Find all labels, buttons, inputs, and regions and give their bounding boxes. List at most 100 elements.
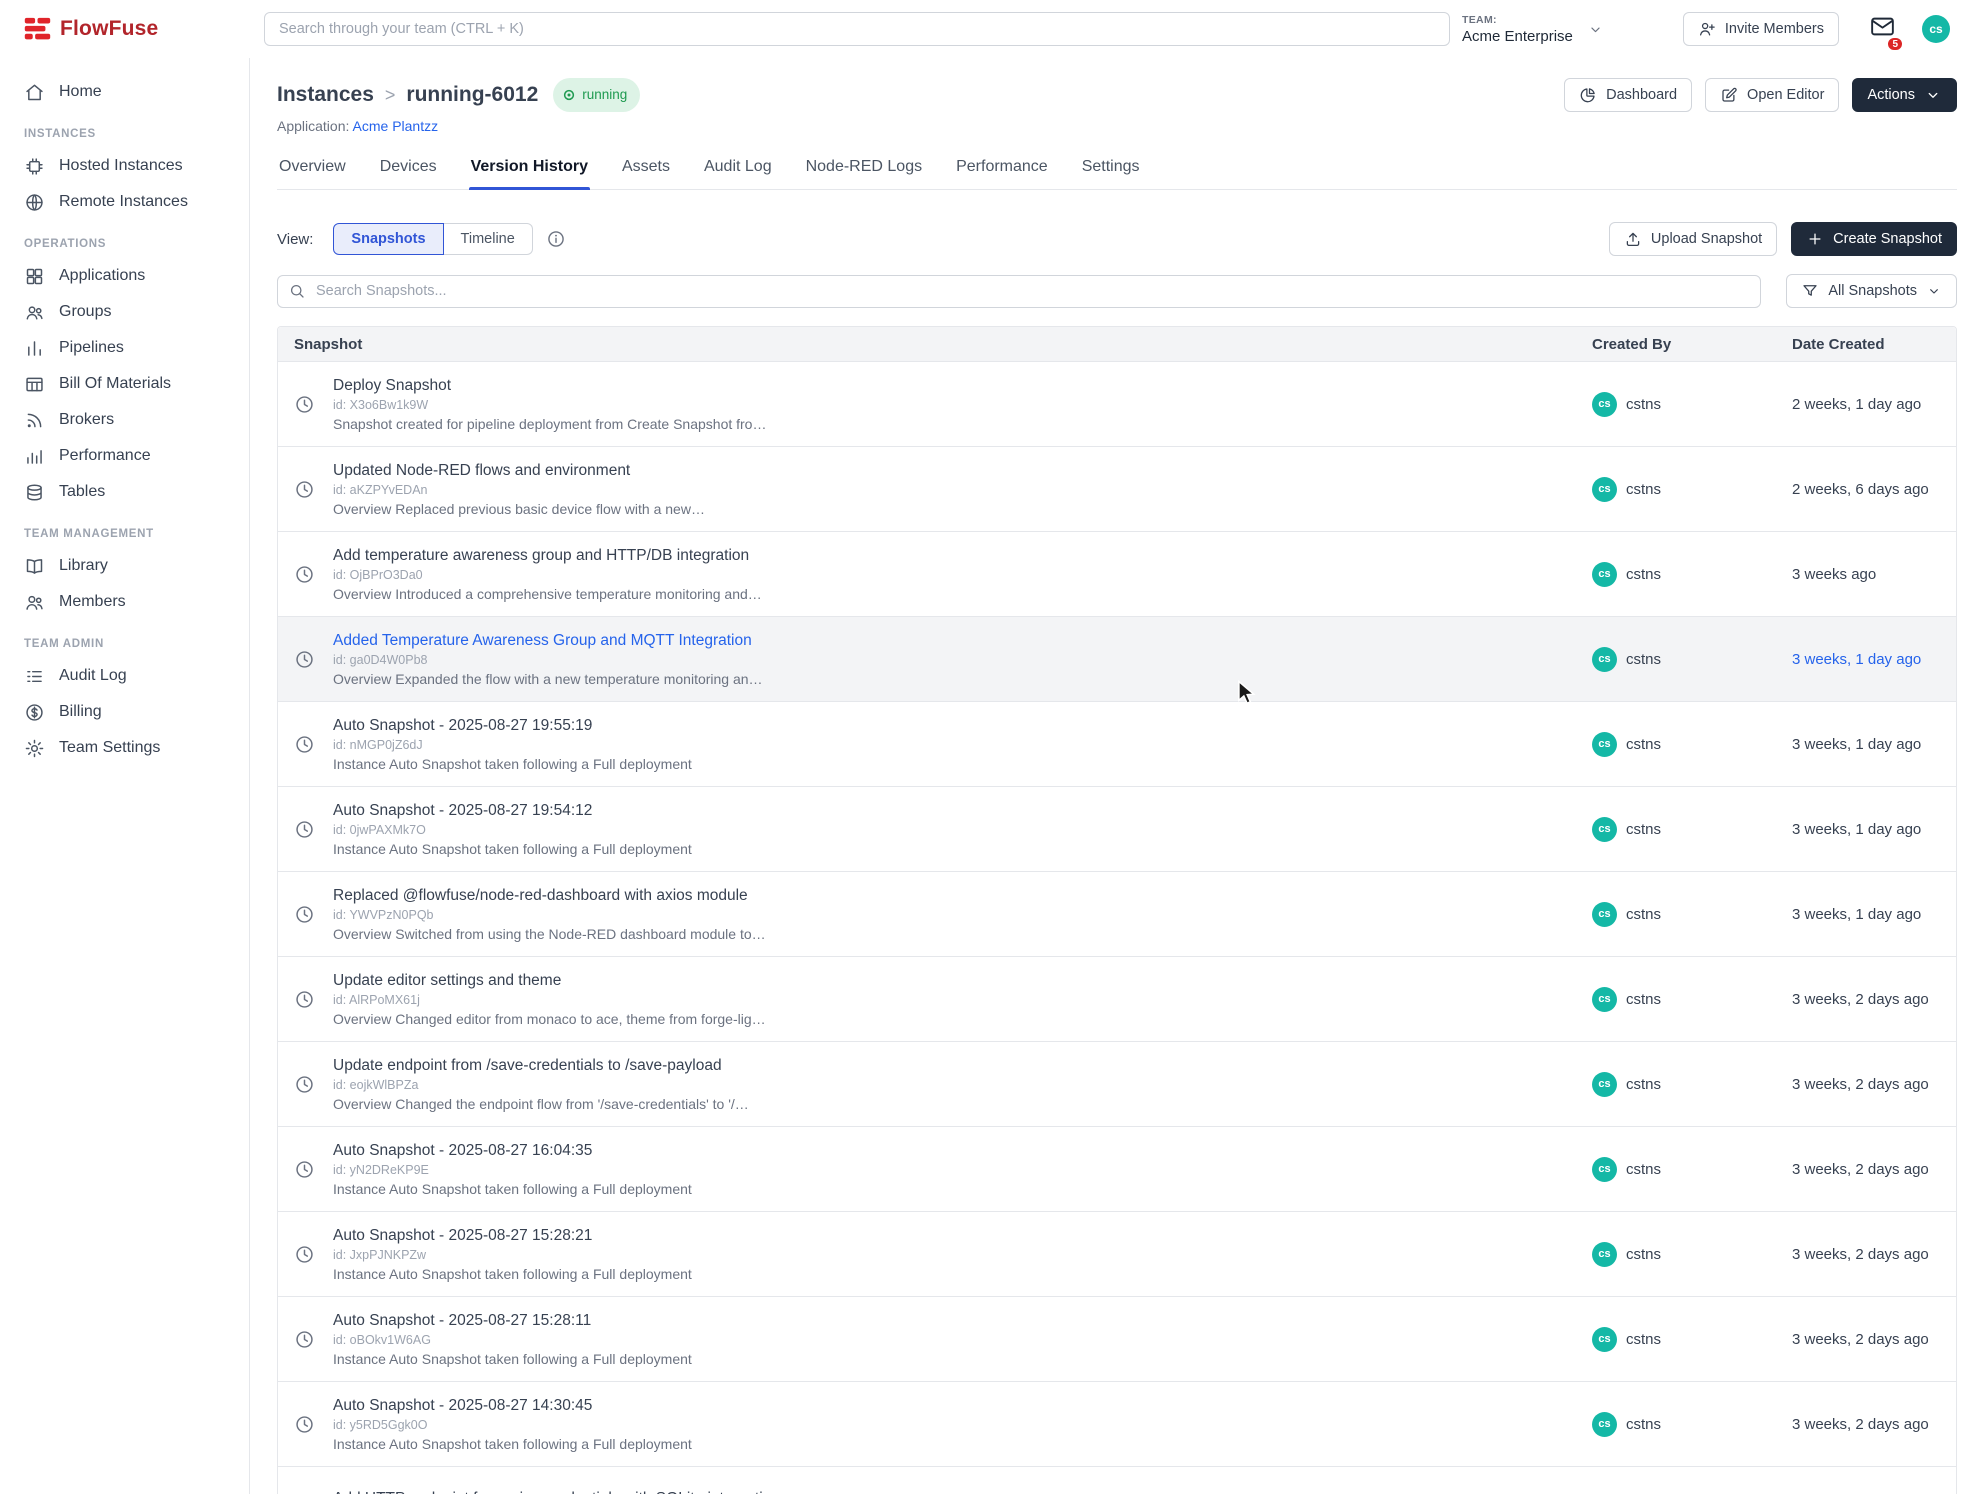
clock-icon	[294, 479, 315, 500]
open-editor-label: Open Editor	[1747, 87, 1824, 103]
table-row[interactable]: Updated Node-RED flows and environment i…	[278, 446, 1956, 531]
open-editor-button[interactable]: Open Editor	[1705, 78, 1839, 112]
sidebar-item-applications[interactable]: Applications	[0, 258, 249, 294]
sidebar-item-remote-instances[interactable]: Remote Instances	[0, 184, 249, 220]
search-icon	[288, 282, 306, 300]
tab-settings[interactable]: Settings	[1080, 148, 1142, 189]
table-row[interactable]: Auto Snapshot - 2025-08-27 15:28:21 id: …	[278, 1211, 1956, 1296]
table-row[interactable]: Added Temperature Awareness Group and MQ…	[278, 616, 1956, 701]
snapshot-texts: Updated Node-RED flows and environment i…	[333, 462, 705, 517]
snapshot-id: id: y5RD5Ggk0O	[333, 1418, 692, 1432]
create-snapshot-button[interactable]: Create Snapshot	[1791, 222, 1957, 256]
clock-icon	[294, 1159, 315, 1180]
creator-name: cstns	[1626, 1161, 1661, 1178]
tab-version-history[interactable]: Version History	[469, 148, 590, 189]
date-created-cell: 3 weeks, 1 day ago	[1776, 821, 1956, 838]
actions-button[interactable]: Actions	[1852, 78, 1957, 112]
notifications-button[interactable]: 5	[1869, 13, 1896, 45]
tab-assets[interactable]: Assets	[620, 148, 672, 189]
sidebar-item-groups[interactable]: Groups	[0, 294, 249, 330]
creator-name: cstns	[1626, 906, 1661, 923]
sidebar-item-home[interactable]: Home	[0, 74, 249, 110]
clock-icon	[294, 734, 315, 755]
snapshot-cell: Replaced @flowfuse/node-red-dashboard wi…	[278, 887, 1576, 942]
table-row[interactable]: Auto Snapshot - 2025-08-27 15:28:11 id: …	[278, 1296, 1956, 1381]
snapshot-search-input[interactable]	[277, 275, 1761, 308]
snapshot-id: id: OjBPrO3Da0	[333, 568, 762, 582]
chevron-down-icon	[1587, 21, 1604, 38]
table-header: Snapshot Created By Date Created	[278, 327, 1956, 361]
snapshot-title: Auto Snapshot - 2025-08-27 14:30:45	[333, 1397, 692, 1415]
creator-avatar: cs	[1592, 987, 1617, 1012]
snapshot-id: id: YWVPzN0PQb	[333, 908, 766, 922]
sidebar-item-tables[interactable]: Tables	[0, 474, 249, 510]
snapshot-filter-dropdown[interactable]: All Snapshots	[1786, 274, 1957, 308]
sidebar-item-hosted-instances[interactable]: Hosted Instances	[0, 148, 249, 184]
tab-devices[interactable]: Devices	[378, 148, 439, 189]
creator-name: cstns	[1626, 651, 1661, 668]
table-row[interactable]: Add HTTP endpoint for saving credentials…	[278, 1466, 1956, 1494]
snapshot-cell: Deploy Snapshot id: X3o6Bw1k9W Snapshot …	[278, 377, 1576, 432]
sidebar-item-library[interactable]: Library	[0, 548, 249, 584]
view-timeline-toggle[interactable]: Timeline	[444, 223, 533, 255]
tab-overview[interactable]: Overview	[277, 148, 348, 189]
table-row[interactable]: Update endpoint from /save-credentials t…	[278, 1041, 1956, 1126]
snapshot-title: Update editor settings and theme	[333, 972, 766, 990]
sidebar-item-billing[interactable]: Billing	[0, 694, 249, 730]
snapshot-description: Overview Changed editor from monaco to a…	[333, 1011, 766, 1027]
sidebar-item-members[interactable]: Members	[0, 584, 249, 620]
tab-node-red-logs[interactable]: Node-RED Logs	[804, 148, 925, 189]
clock-icon	[294, 649, 315, 670]
flowfuse-logo[interactable]: FlowFuse	[24, 17, 264, 41]
upload-icon	[1624, 230, 1642, 248]
view-segmented-control: Snapshots Timeline	[333, 223, 532, 255]
snapshot-cell: Updated Node-RED flows and environment i…	[278, 462, 1576, 517]
snapshot-texts: Deploy Snapshot id: X3o6Bw1k9W Snapshot …	[333, 377, 766, 432]
home-icon	[24, 82, 45, 103]
sidebar-item-performance[interactable]: Performance	[0, 438, 249, 474]
snapshot-title: Auto Snapshot - 2025-08-27 19:55:19	[333, 717, 692, 735]
snapshot-cell: Auto Snapshot - 2025-08-27 15:28:21 id: …	[278, 1227, 1576, 1282]
snapshot-texts: Auto Snapshot - 2025-08-27 19:55:19 id: …	[333, 717, 692, 772]
snapshot-cell: Auto Snapshot - 2025-08-27 19:54:12 id: …	[278, 802, 1576, 857]
upload-snapshot-button[interactable]: Upload Snapshot	[1609, 222, 1777, 256]
created-by-cell: cs cstns	[1576, 902, 1776, 927]
info-icon[interactable]	[546, 229, 566, 249]
team-search-input[interactable]	[264, 12, 1450, 46]
table-row[interactable]: Add temperature awareness group and HTTP…	[278, 531, 1956, 616]
tab-performance[interactable]: Performance	[954, 148, 1050, 189]
table-row[interactable]: Update editor settings and theme id: AlR…	[278, 956, 1956, 1041]
invite-members-button[interactable]: Invite Members	[1683, 12, 1839, 46]
chevron-down-icon	[1924, 86, 1942, 104]
table-row[interactable]: Auto Snapshot - 2025-08-27 19:55:19 id: …	[278, 701, 1956, 786]
application-line: Application: Acme Plantzz	[277, 118, 640, 134]
sidebar-item-team-settings[interactable]: Team Settings	[0, 730, 249, 766]
snapshot-cell: Update endpoint from /save-credentials t…	[278, 1057, 1576, 1112]
sidebar-item-bill-of-materials[interactable]: Bill Of Materials	[0, 366, 249, 402]
sidebar-item-label: Remote Instances	[59, 193, 188, 211]
snapshot-cell: Added Temperature Awareness Group and MQ…	[278, 632, 1576, 687]
dashboard-label: Dashboard	[1606, 87, 1677, 103]
table-row[interactable]: Auto Snapshot - 2025-08-27 16:04:35 id: …	[278, 1126, 1956, 1211]
user-avatar[interactable]: cs	[1922, 15, 1950, 43]
dashboard-button[interactable]: Dashboard	[1564, 78, 1692, 112]
sidebar-item-audit-log[interactable]: Audit Log	[0, 658, 249, 694]
view-snapshots-toggle[interactable]: Snapshots	[333, 223, 443, 255]
chevron-down-icon	[1926, 283, 1942, 299]
team-selector[interactable]: TEAM: Acme Enterprise	[1462, 14, 1604, 45]
application-link[interactable]: Acme Plantzz	[353, 118, 439, 134]
table-row[interactable]: Replaced @flowfuse/node-red-dashboard wi…	[278, 871, 1956, 956]
sidebar-item-pipelines[interactable]: Pipelines	[0, 330, 249, 366]
sidebar-item-brokers[interactable]: Brokers	[0, 402, 249, 438]
table-row[interactable]: Deploy Snapshot id: X3o6Bw1k9W Snapshot …	[278, 361, 1956, 446]
date-created-cell: 3 weeks, 1 day ago	[1776, 651, 1956, 668]
breadcrumb-instances-link[interactable]: Instances	[277, 82, 374, 108]
status-dot-icon	[562, 88, 576, 102]
table-row[interactable]: Auto Snapshot - 2025-08-27 19:54:12 id: …	[278, 786, 1956, 871]
snapshot-title: Add temperature awareness group and HTTP…	[333, 547, 762, 565]
table-row[interactable]: Auto Snapshot - 2025-08-27 14:30:45 id: …	[278, 1381, 1956, 1466]
clock-icon	[294, 394, 315, 415]
snapshot-title: Added Temperature Awareness Group and MQ…	[333, 632, 763, 650]
snapshot-texts: Update editor settings and theme id: AlR…	[333, 972, 766, 1027]
tab-audit-log[interactable]: Audit Log	[702, 148, 774, 189]
